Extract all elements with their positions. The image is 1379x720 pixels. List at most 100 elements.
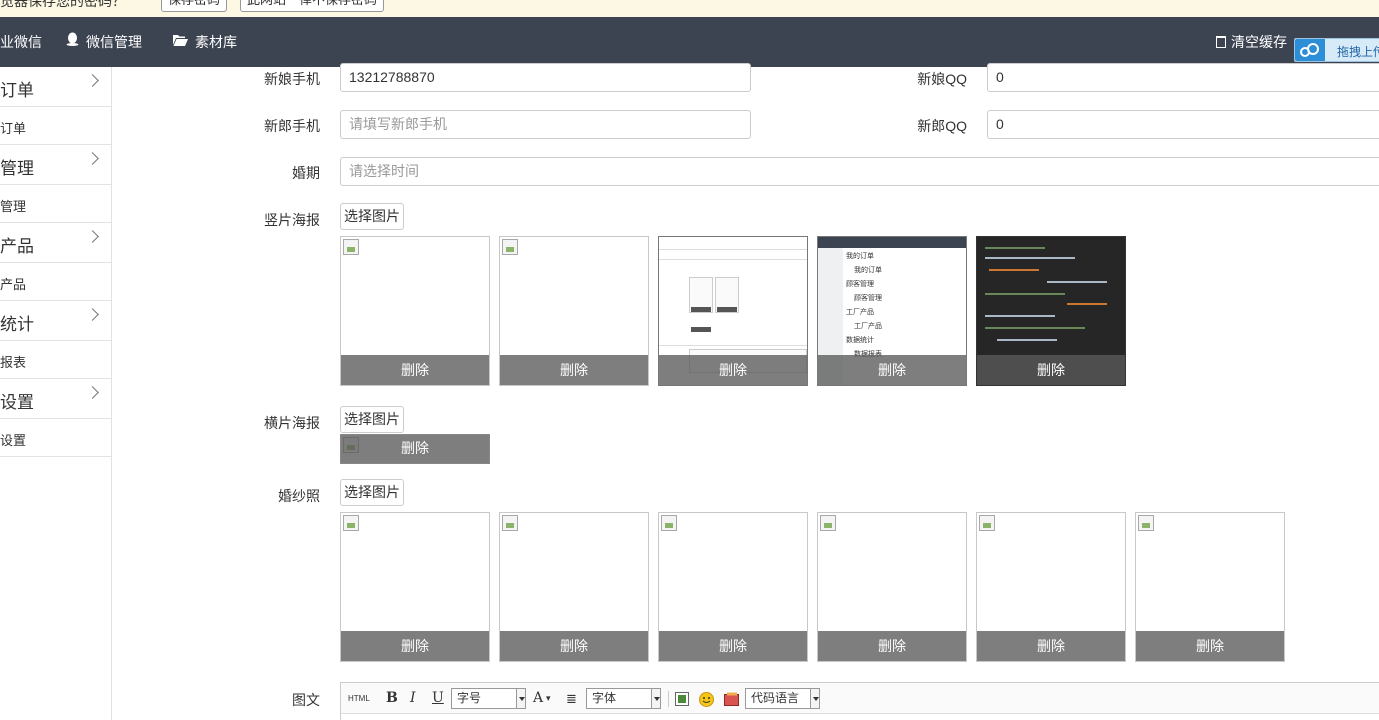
sidebar-item-label: 模块设置 bbox=[0, 433, 27, 448]
nav-item-label: 素材库 bbox=[195, 34, 237, 50]
bride-phone-label: 新娘手机 bbox=[264, 71, 320, 87]
chevron-right-icon bbox=[86, 308, 99, 321]
delete-button[interactable]: 删除 bbox=[500, 355, 648, 385]
code-language-select[interactable]: 代码语言 bbox=[745, 688, 820, 709]
bold-button[interactable]: B bbox=[386, 683, 398, 714]
groom-phone-label: 新郎手机 bbox=[264, 118, 320, 134]
media-icon[interactable] bbox=[724, 683, 740, 714]
font-size-select[interactable]: 字号 bbox=[451, 688, 526, 709]
font-family-value: 字体 bbox=[592, 691, 617, 705]
trash-icon bbox=[1216, 36, 1226, 48]
broken-image-icon bbox=[502, 239, 518, 255]
sidebar-group-customers[interactable]: 顾客管理 bbox=[0, 145, 111, 185]
wedding-date-input[interactable]: 请选择时间 bbox=[340, 157, 1379, 186]
sidebar-item-label: 工厂产品 bbox=[0, 277, 27, 292]
vertical-poster-thumb: 删除 bbox=[658, 236, 808, 386]
wedding-date-label: 婚期 bbox=[292, 165, 320, 181]
vertical-poster-thumb: 我的订单 我的订单 顾客管理 顾客管理 工厂产品 工厂产品 数据统计 数据报表 … bbox=[817, 236, 967, 386]
sidebar-group-label: 我的订单 bbox=[0, 81, 34, 100]
underline-button[interactable]: U bbox=[432, 683, 444, 714]
chevron-down-icon bbox=[651, 689, 660, 708]
delete-button[interactable]: 删除 bbox=[659, 355, 807, 385]
italic-button[interactable]: I bbox=[410, 683, 416, 714]
sidebar: 我的订单 我的订单 顾客管理 顾客管理 工厂产品 工厂产品 数据统计 数据报表 … bbox=[0, 67, 112, 720]
delete-button[interactable]: 删除 bbox=[1136, 631, 1284, 661]
delete-button[interactable]: 删除 bbox=[341, 435, 489, 463]
wedding-photo-pick-button[interactable]: 选择图片 bbox=[340, 479, 404, 506]
horizontal-poster-label: 横片海报 bbox=[264, 415, 320, 431]
sidebar-group-settings[interactable]: 模块设置 bbox=[0, 379, 111, 419]
chevron-right-icon bbox=[86, 386, 99, 399]
vertical-poster-thumb: 删除 bbox=[976, 236, 1126, 386]
broken-image-icon bbox=[979, 515, 995, 531]
chevron-right-icon bbox=[86, 152, 99, 165]
vertical-poster-pick-button[interactable]: 选择图片 bbox=[340, 203, 404, 230]
delete-button[interactable]: 删除 bbox=[818, 355, 966, 385]
chevron-down-icon bbox=[516, 689, 525, 708]
horizontal-poster-thumb: 删除 bbox=[340, 434, 490, 464]
sidebar-group-orders[interactable]: 我的订单 bbox=[0, 67, 111, 107]
broken-image-icon bbox=[661, 515, 677, 531]
upload-label: 拖拽上传 bbox=[1337, 45, 1379, 59]
sidebar-group-statistics[interactable]: 数据统计 bbox=[0, 301, 111, 341]
folder-open-icon bbox=[173, 17, 188, 67]
wedding-photo-thumb: 删除 bbox=[340, 512, 490, 662]
drag-upload-widget[interactable]: 拖拽上传 bbox=[1294, 38, 1379, 62]
clear-cache-button[interactable]: 清空缓存 bbox=[1216, 17, 1287, 67]
save-password-button[interactable]: 保存密码 bbox=[161, 0, 228, 12]
font-color-button[interactable]: A bbox=[533, 683, 543, 714]
nav-enterprise-wechat[interactable]: 企业微信 bbox=[0, 17, 42, 67]
bride-phone-input[interactable]: 13212788870 bbox=[340, 63, 751, 92]
delete-button[interactable]: 删除 bbox=[977, 631, 1125, 661]
delete-button[interactable]: 删除 bbox=[500, 631, 648, 661]
code-language-value: 代码语言 bbox=[751, 691, 800, 705]
vertical-poster-thumb: 删除 bbox=[499, 236, 649, 386]
sidebar-group-label: 数据统计 bbox=[0, 315, 34, 334]
never-save-password-button[interactable]: 此网站一律不保存密码 bbox=[240, 0, 385, 12]
delete-button[interactable]: 删除 bbox=[341, 355, 489, 385]
sidebar-item-label: 数据报表 bbox=[0, 355, 27, 370]
password-save-prompt: 览器保存您的密码？ 保存密码 此网站一律不保存密码 bbox=[0, 0, 1379, 17]
sidebar-group-label: 顾客管理 bbox=[0, 159, 34, 178]
broken-image-icon bbox=[343, 239, 359, 255]
sidebar-item-label: 顾客管理 bbox=[0, 199, 27, 214]
nav-material-library[interactable]: 素材库 bbox=[173, 17, 237, 67]
font-size-value: 字号 bbox=[457, 691, 482, 705]
delete-button[interactable]: 删除 bbox=[341, 631, 489, 661]
wedding-photo-thumb: 删除 bbox=[1135, 512, 1285, 662]
image-icon[interactable] bbox=[675, 683, 689, 714]
sidebar-item-customer-manage[interactable]: 顾客管理 bbox=[0, 185, 111, 223]
broken-image-icon bbox=[343, 515, 359, 531]
wedding-photo-thumb: 删除 bbox=[976, 512, 1126, 662]
sidebar-group-products[interactable]: 工厂产品 bbox=[0, 223, 111, 263]
groom-phone-input[interactable]: 请填写新郎手机 bbox=[340, 110, 751, 139]
broken-image-icon bbox=[1138, 515, 1154, 531]
caret-down-icon: ▾ bbox=[546, 693, 551, 703]
delete-button[interactable]: 删除 bbox=[818, 631, 966, 661]
vertical-poster-thumb: 删除 bbox=[340, 236, 490, 386]
emoji-icon[interactable] bbox=[699, 683, 714, 714]
sidebar-item-data-report[interactable]: 数据报表 bbox=[0, 341, 111, 379]
delete-button[interactable]: 删除 bbox=[659, 631, 807, 661]
wedding-photo-label: 婚纱照 bbox=[278, 488, 320, 504]
nav-wechat-manage[interactable]: 微信管理 bbox=[66, 17, 142, 67]
font-family-select[interactable]: 字体 bbox=[586, 688, 661, 709]
sidebar-item-label: 我的订单 bbox=[0, 121, 27, 136]
bride-qq-input[interactable]: 0 bbox=[987, 63, 1379, 92]
sidebar-item-my-orders[interactable]: 我的订单 bbox=[0, 107, 111, 145]
sidebar-group-label: 工厂产品 bbox=[0, 237, 34, 256]
wedding-photo-thumb: 删除 bbox=[499, 512, 649, 662]
wedding-photo-thumb: 删除 bbox=[658, 512, 808, 662]
horizontal-poster-pick-button[interactable]: 选择图片 bbox=[340, 406, 404, 433]
nav-item-label: 微信管理 bbox=[86, 34, 142, 50]
sidebar-item-module-settings[interactable]: 模块设置 bbox=[0, 419, 111, 457]
html-source-button[interactable]: HTML bbox=[348, 683, 370, 714]
sidebar-item-factory-products[interactable]: 工厂产品 bbox=[0, 263, 111, 301]
delete-button[interactable]: 删除 bbox=[977, 355, 1125, 385]
clear-cache-label: 清空缓存 bbox=[1231, 34, 1287, 50]
groom-qq-input[interactable]: 0 bbox=[987, 110, 1379, 139]
nav-item-label: 企业微信 bbox=[0, 34, 42, 50]
broken-image-icon bbox=[820, 515, 836, 531]
vertical-poster-label: 竖片海报 bbox=[264, 212, 320, 228]
align-icon[interactable]: ≣ bbox=[566, 683, 577, 714]
